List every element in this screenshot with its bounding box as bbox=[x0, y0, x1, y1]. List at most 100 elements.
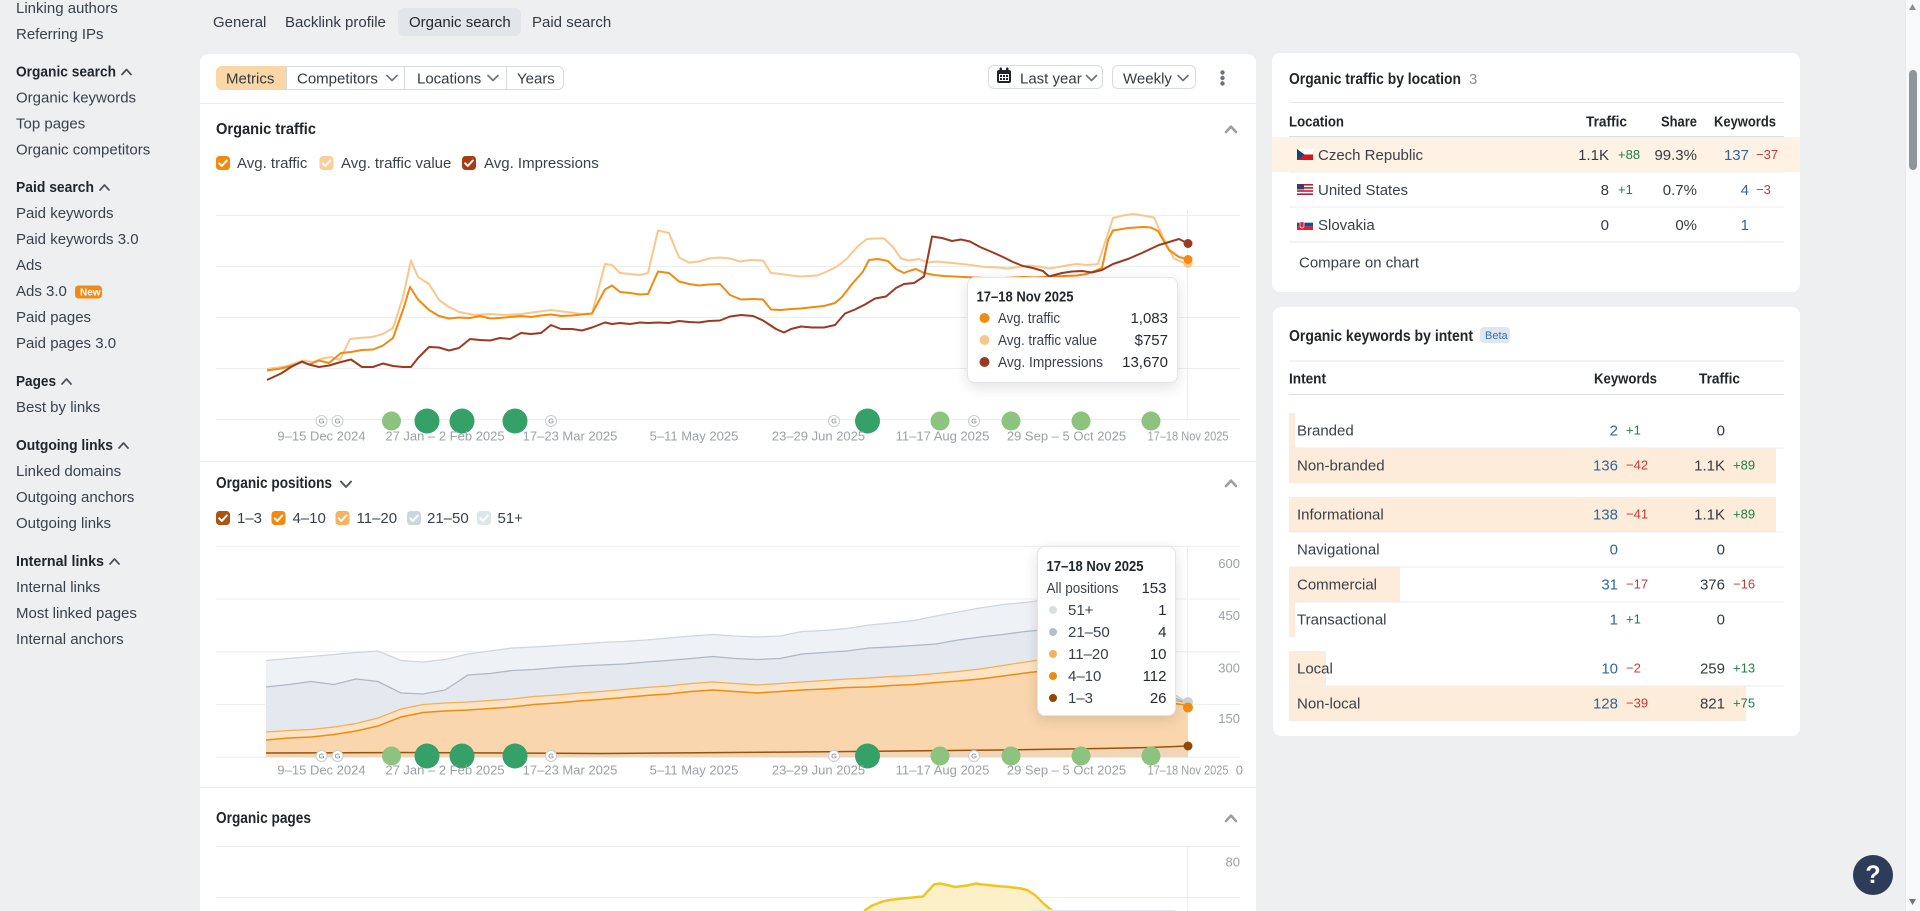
svg-text:+88: +88 bbox=[1618, 147, 1640, 162]
svg-text:0: 0 bbox=[1610, 542, 1618, 559]
svg-text:11–17 Aug 2025: 11–17 Aug 2025 bbox=[896, 429, 990, 444]
svg-text:128: 128 bbox=[1593, 696, 1618, 713]
svg-text:1.1K: 1.1K bbox=[1694, 507, 1725, 524]
svg-text:376: 376 bbox=[1700, 577, 1725, 594]
svg-text:Ads: Ads bbox=[16, 257, 42, 274]
svg-text:Most linked pages: Most linked pages bbox=[16, 605, 137, 622]
svg-text:+89: +89 bbox=[1733, 507, 1755, 522]
svg-text:G: G bbox=[971, 752, 977, 761]
svg-text:10: 10 bbox=[1601, 661, 1618, 678]
svg-text:51+: 51+ bbox=[1068, 602, 1094, 619]
svg-text:−3: −3 bbox=[1756, 182, 1771, 197]
svg-text:17–23 Mar 2025: 17–23 Mar 2025 bbox=[523, 429, 618, 444]
svg-text:United States: United States bbox=[1318, 182, 1408, 199]
svg-text:29 Sep – 5 Oct 2025: 29 Sep – 5 Oct 2025 bbox=[1007, 429, 1126, 444]
svg-text:Keywords: Keywords bbox=[1714, 114, 1776, 131]
svg-text:Avg. traffic: Avg. traffic bbox=[998, 310, 1060, 327]
svg-text:259: 259 bbox=[1700, 661, 1725, 678]
svg-text:31: 31 bbox=[1601, 577, 1618, 594]
svg-text:9–15 Dec 2024: 9–15 Dec 2024 bbox=[277, 763, 365, 778]
svg-text:G: G bbox=[319, 752, 325, 761]
svg-text:Best by links: Best by links bbox=[16, 399, 100, 416]
svg-text:150: 150 bbox=[1218, 711, 1240, 726]
svg-text:136: 136 bbox=[1593, 458, 1618, 475]
svg-text:99.3%: 99.3% bbox=[1654, 147, 1697, 164]
svg-text:All positions: All positions bbox=[1047, 580, 1119, 597]
svg-text:−37: −37 bbox=[1756, 147, 1778, 162]
svg-text:0: 0 bbox=[1717, 423, 1725, 440]
svg-text:26: 26 bbox=[1150, 690, 1167, 707]
svg-text:Traffic: Traffic bbox=[1586, 114, 1627, 131]
svg-text:Referring IPs: Referring IPs bbox=[16, 26, 104, 43]
svg-text:Outgoing links: Outgoing links bbox=[16, 515, 111, 532]
svg-text:+1: +1 bbox=[1618, 182, 1633, 197]
svg-text:Internal links: Internal links bbox=[16, 553, 104, 570]
svg-text:−42: −42 bbox=[1626, 458, 1648, 473]
svg-text:−17: −17 bbox=[1626, 577, 1648, 592]
svg-text:11–20: 11–20 bbox=[1068, 646, 1109, 663]
svg-text:112: 112 bbox=[1143, 668, 1167, 685]
svg-text:23–29 Jun 2025: 23–29 Jun 2025 bbox=[772, 429, 865, 444]
svg-text:5–11 May 2025: 5–11 May 2025 bbox=[650, 763, 739, 778]
svg-text:Paid keywords: Paid keywords bbox=[16, 205, 114, 222]
svg-text:23–29 Jun 2025: 23–29 Jun 2025 bbox=[772, 763, 865, 778]
svg-text:Compare on chart: Compare on chart bbox=[1299, 255, 1420, 272]
svg-text:Organic keywords: Organic keywords bbox=[16, 90, 136, 107]
svg-text:Informational: Informational bbox=[1297, 507, 1384, 524]
svg-text:1: 1 bbox=[1741, 217, 1749, 234]
svg-text:+89: +89 bbox=[1733, 458, 1755, 473]
svg-text:G: G bbox=[319, 417, 325, 426]
svg-text:450: 450 bbox=[1218, 608, 1240, 623]
svg-text:5–11 May 2025: 5–11 May 2025 bbox=[650, 429, 739, 444]
svg-text:17–18 Nov 2025: 17–18 Nov 2025 bbox=[1148, 429, 1229, 444]
svg-text:Weekly: Weekly bbox=[1123, 71, 1172, 88]
svg-text:4–10: 4–10 bbox=[1068, 668, 1101, 685]
svg-text:Linking authors: Linking authors bbox=[16, 0, 118, 17]
svg-text:Traffic: Traffic bbox=[1699, 371, 1740, 388]
svg-text:3: 3 bbox=[1469, 71, 1477, 88]
svg-text:0: 0 bbox=[1601, 217, 1609, 234]
svg-text:Avg. Impressions: Avg. Impressions bbox=[998, 354, 1103, 371]
svg-text:Organic keywords by intent: Organic keywords by intent bbox=[1289, 328, 1474, 345]
svg-text:G: G bbox=[548, 417, 554, 426]
svg-text:Outgoing anchors: Outgoing anchors bbox=[16, 489, 134, 506]
svg-text:Paid keywords 3.0: Paid keywords 3.0 bbox=[16, 231, 139, 248]
svg-text:0: 0 bbox=[1236, 763, 1243, 778]
svg-text:Years: Years bbox=[517, 71, 555, 88]
svg-text:Metrics: Metrics bbox=[226, 71, 274, 88]
svg-text:Branded: Branded bbox=[1297, 423, 1354, 440]
svg-text:17–18 Nov 2025: 17–18 Nov 2025 bbox=[1148, 763, 1229, 778]
svg-text:0: 0 bbox=[1717, 612, 1725, 629]
svg-text:Transactional: Transactional bbox=[1297, 612, 1387, 629]
svg-text:Internal anchors: Internal anchors bbox=[16, 631, 124, 648]
svg-text:Share: Share bbox=[1661, 114, 1697, 131]
svg-text:$757: $757 bbox=[1135, 332, 1168, 349]
svg-text:153: 153 bbox=[1141, 580, 1166, 597]
svg-text:Internal links: Internal links bbox=[16, 579, 100, 596]
svg-text:Ads 3.0: Ads 3.0 bbox=[16, 283, 67, 300]
svg-text:Location: Location bbox=[1289, 114, 1344, 131]
svg-text:+75: +75 bbox=[1733, 696, 1755, 711]
svg-text:G: G bbox=[831, 752, 837, 761]
svg-text:+13: +13 bbox=[1733, 661, 1755, 676]
svg-text:1.1K: 1.1K bbox=[1694, 458, 1725, 475]
svg-text:G: G bbox=[971, 417, 977, 426]
svg-text:137: 137 bbox=[1724, 147, 1749, 164]
svg-text:Keywords: Keywords bbox=[1594, 371, 1657, 388]
svg-text:138: 138 bbox=[1593, 507, 1618, 524]
svg-text:Linked domains: Linked domains bbox=[16, 463, 121, 480]
svg-text:4: 4 bbox=[1158, 624, 1166, 641]
svg-text:1,083: 1,083 bbox=[1130, 310, 1168, 327]
svg-text:Navigational: Navigational bbox=[1297, 542, 1380, 559]
svg-text:Commercial: Commercial bbox=[1297, 577, 1377, 594]
svg-text:Competitors: Competitors bbox=[297, 71, 378, 88]
svg-text:27 Jan – 2 Feb 2025: 27 Jan – 2 Feb 2025 bbox=[385, 429, 504, 444]
svg-text:80: 80 bbox=[1226, 855, 1240, 870]
svg-text:New: New bbox=[80, 288, 101, 299]
svg-text:Organic search: Organic search bbox=[16, 64, 116, 81]
svg-text:Organic traffic by location: Organic traffic by location bbox=[1289, 71, 1461, 88]
svg-text:Local: Local bbox=[1297, 661, 1333, 678]
svg-text:−39: −39 bbox=[1626, 696, 1648, 711]
svg-text:+1: +1 bbox=[1626, 612, 1641, 627]
svg-text:0.7%: 0.7% bbox=[1663, 182, 1697, 199]
